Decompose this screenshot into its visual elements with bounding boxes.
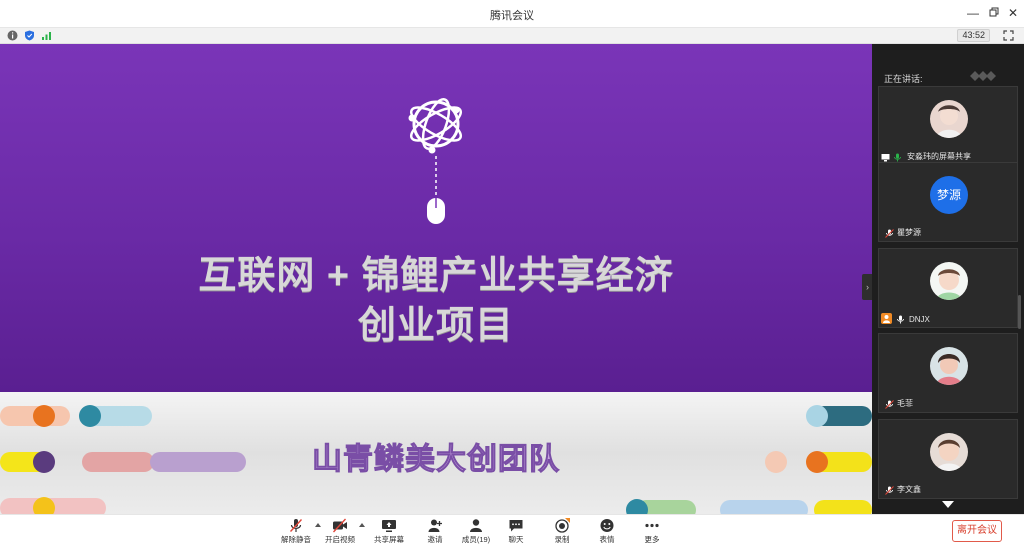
decor-dot [79, 405, 101, 427]
atom-mouse-icon [408, 98, 463, 224]
unmute-label: 解除静音 [281, 535, 311, 544]
participant-tile[interactable]: 安淼玮的屏幕共享 [878, 86, 1018, 166]
scroll-down-arrow-icon[interactable] [942, 501, 954, 508]
more-button[interactable]: 更多 [630, 518, 674, 546]
chat-icon [509, 520, 523, 532]
share-screen-label: 共享屏幕 [374, 535, 404, 544]
unmute-button[interactable]: 解除静音 [274, 518, 318, 546]
members-icon [470, 519, 482, 532]
avatar [930, 433, 968, 471]
avatar [930, 100, 968, 138]
participant-tile[interactable]: DNJX [878, 248, 1018, 328]
participant-name: 李文鑫 [897, 485, 921, 494]
decor-pill [720, 500, 808, 514]
camera-off-icon [332, 518, 347, 533]
meeting-status-bar: 43:52 [0, 28, 1024, 44]
record-button[interactable]: 录制 [540, 518, 584, 546]
share-screen-button[interactable]: 共享屏幕 [367, 518, 411, 546]
avatar [930, 262, 968, 300]
title-bar: 腾讯会议 — ✕ [0, 0, 1024, 28]
slide-headline-line1: 互联网 + 锦鲤产业共享经济 [198, 255, 674, 297]
record-label: 录制 [554, 535, 570, 544]
participant-name: 毛菲 [897, 399, 913, 408]
chat-button[interactable]: 聊天 [494, 518, 538, 546]
shared-screen: 互联网 + 锦鲤产业共享经济 创业项目 山青鳞美大创团队 [0, 44, 872, 514]
microphone-muted-icon [885, 486, 894, 495]
reaction-button[interactable]: 表情 [585, 518, 629, 546]
speaker-avatars-icon [970, 71, 996, 81]
slide-background: 互联网 + 锦鲤产业共享经济 创业项目 [0, 44, 872, 392]
meeting-toolbar: 解除静音 开启视频 共享屏幕 邀请 成员(19) 聊天 录制 表情 更多 离开会… [0, 514, 1024, 546]
members-label: 成员(19) [461, 535, 491, 544]
team-name: 山青鳞美大创团队 [312, 443, 560, 477]
participant-name: DNJX [909, 315, 930, 324]
participant-name: 安淼玮的屏幕共享 [907, 152, 971, 161]
invite-label: 邀请 [427, 535, 443, 544]
speaking-label: 正在讲话: [884, 74, 923, 84]
invite-user-icon [428, 519, 442, 532]
participant-tile[interactable]: 毛菲 [878, 333, 1018, 413]
close-icon[interactable]: ✕ [1006, 6, 1020, 20]
microphone-muted-icon [885, 400, 894, 409]
more-label: 更多 [644, 535, 660, 544]
decor-dot [806, 451, 828, 473]
microphone-icon [894, 153, 901, 162]
slide-decoration-area: 山青鳞美大创团队 [0, 392, 872, 514]
reaction-label: 表情 [599, 535, 615, 544]
participant-tile[interactable]: 梦源 瞿梦源 [878, 162, 1018, 242]
share-screen-icon [382, 520, 396, 532]
participant-sidebar: 正在讲话: 安淼玮的屏幕共享 梦源 瞿梦源 DNJX 毛菲 李文鑫 [872, 44, 1024, 514]
start-video-label: 开启视频 [325, 535, 355, 544]
screen-share-icon [881, 154, 890, 162]
avatar: 梦源 [930, 176, 968, 214]
fullscreen-icon[interactable] [1003, 30, 1014, 41]
emoji-icon [600, 519, 614, 532]
microphone-icon [897, 315, 904, 324]
decor-dot [33, 497, 55, 514]
microphone-muted-icon [289, 519, 303, 532]
decor-dot [765, 451, 787, 473]
avatar [930, 347, 968, 385]
window-title: 腾讯会议 [490, 10, 534, 22]
more-icon [645, 523, 659, 528]
sidebar-scrollbar[interactable] [1018, 295, 1021, 329]
participant-name: 瞿梦源 [897, 228, 921, 237]
microphone-muted-icon [885, 229, 894, 238]
video-options-caret-icon[interactable] [359, 523, 365, 527]
meeting-timer: 43:52 [957, 29, 990, 42]
chat-label: 聊天 [508, 535, 524, 544]
shield-icon[interactable] [24, 30, 35, 41]
record-icon [555, 518, 570, 533]
slide-headline-line2: 创业项目 [357, 305, 514, 347]
minimize-icon[interactable]: — [966, 6, 980, 20]
restore-icon[interactable] [987, 6, 1001, 20]
start-video-button[interactable]: 开启视频 [318, 518, 362, 546]
members-button[interactable]: 成员(19) [454, 518, 498, 546]
host-badge-icon [881, 313, 892, 324]
signal-icon[interactable] [41, 30, 52, 41]
invite-button[interactable]: 邀请 [413, 518, 457, 546]
info-icon[interactable] [7, 30, 18, 41]
leave-meeting-button[interactable]: 离开会议 [952, 520, 1002, 542]
decor-pill [814, 500, 872, 514]
decor-dot [806, 405, 828, 427]
decor-dot [33, 405, 55, 427]
participant-tile[interactable]: 李文鑫 [878, 419, 1018, 499]
decor-dot [626, 499, 648, 514]
